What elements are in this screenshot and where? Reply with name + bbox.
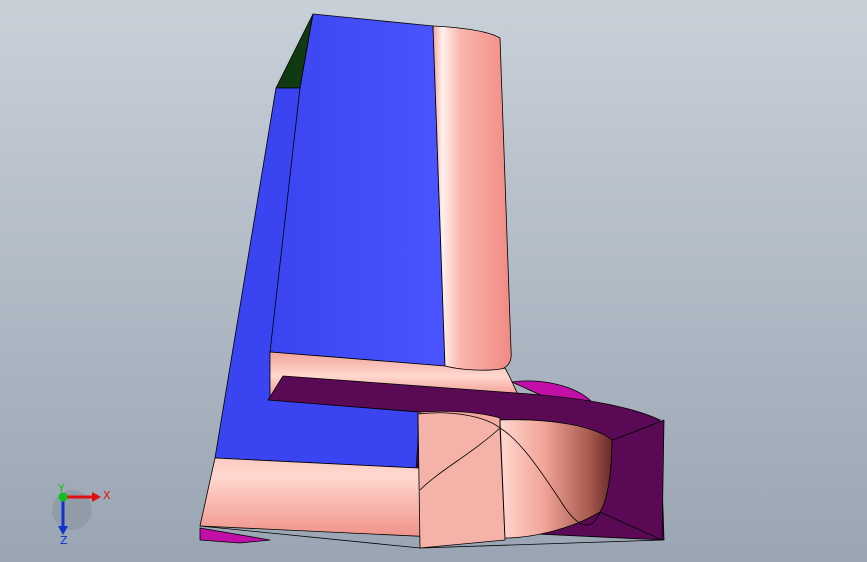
salmon-cylinder-face	[432, 25, 512, 372]
x-axis-label: X	[103, 489, 111, 502]
cad-viewport[interactable]: X Y Z	[0, 0, 867, 562]
y-axis-label: Y	[57, 482, 65, 495]
model-canvas[interactable]: X Y Z	[0, 0, 867, 562]
z-axis-label: Z	[60, 534, 68, 547]
